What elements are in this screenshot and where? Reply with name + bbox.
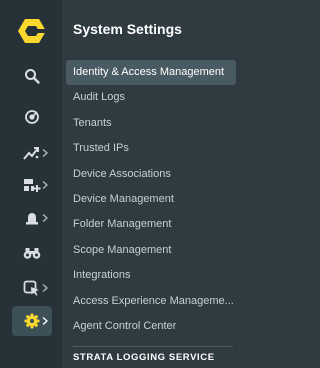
gear-icon: [24, 313, 40, 329]
menu-item-access-experience-management[interactable]: Access Experience Manageme...: [66, 289, 236, 314]
settings-menu: Identity & Access Management Audit Logs …: [66, 60, 236, 339]
radar-icon: [24, 109, 40, 125]
rail-dashboard[interactable]: [12, 170, 52, 200]
rail-cursor[interactable]: [12, 273, 52, 303]
brand-logo-icon[interactable]: [17, 16, 47, 46]
cursor-window-icon: [23, 280, 41, 296]
alarm-bell-icon: [24, 210, 40, 226]
section-divider: [73, 346, 233, 347]
rail-settings[interactable]: [12, 306, 52, 336]
section-heading-strata-logging: STRATA LOGGING SERVICE: [73, 352, 215, 363]
dashboard-add-icon: [23, 177, 41, 193]
rail-binoculars[interactable]: [12, 238, 52, 268]
menu-item-trusted-ips[interactable]: Trusted IPs: [66, 136, 236, 161]
chevron-right-icon: [42, 213, 48, 223]
chevron-right-icon: [42, 283, 48, 293]
rail-radar[interactable]: [12, 102, 52, 132]
menu-item-device-management[interactable]: Device Management: [66, 187, 236, 212]
settings-panel: System Settings Identity & Access Manage…: [62, 0, 240, 368]
rail-activity[interactable]: [12, 138, 52, 168]
activity-chart-icon: [23, 145, 41, 161]
menu-item-device-associations[interactable]: Device Associations: [66, 162, 236, 187]
chevron-right-icon: [42, 316, 48, 326]
menu-item-scope-management[interactable]: Scope Management: [66, 238, 236, 263]
menu-item-integrations[interactable]: Integrations: [66, 263, 236, 288]
chevron-right-icon: [42, 148, 48, 158]
app-root: System Settings Identity & Access Manage…: [0, 0, 240, 368]
rail-search[interactable]: [12, 61, 52, 91]
menu-item-audit-logs[interactable]: Audit Logs: [66, 85, 236, 110]
menu-item-tenants[interactable]: Tenants: [66, 111, 236, 136]
search-icon: [24, 68, 40, 84]
menu-item-identity-access-management[interactable]: Identity & Access Management: [66, 60, 236, 86]
rail-alarm[interactable]: [12, 203, 52, 233]
binoculars-icon: [23, 246, 41, 260]
chevron-right-icon: [42, 180, 48, 190]
menu-item-folder-management[interactable]: Folder Management: [66, 212, 236, 237]
page-title: System Settings: [73, 21, 182, 37]
menu-item-agent-control-center[interactable]: Agent Control Center: [66, 314, 236, 339]
icon-rail: [0, 0, 62, 368]
